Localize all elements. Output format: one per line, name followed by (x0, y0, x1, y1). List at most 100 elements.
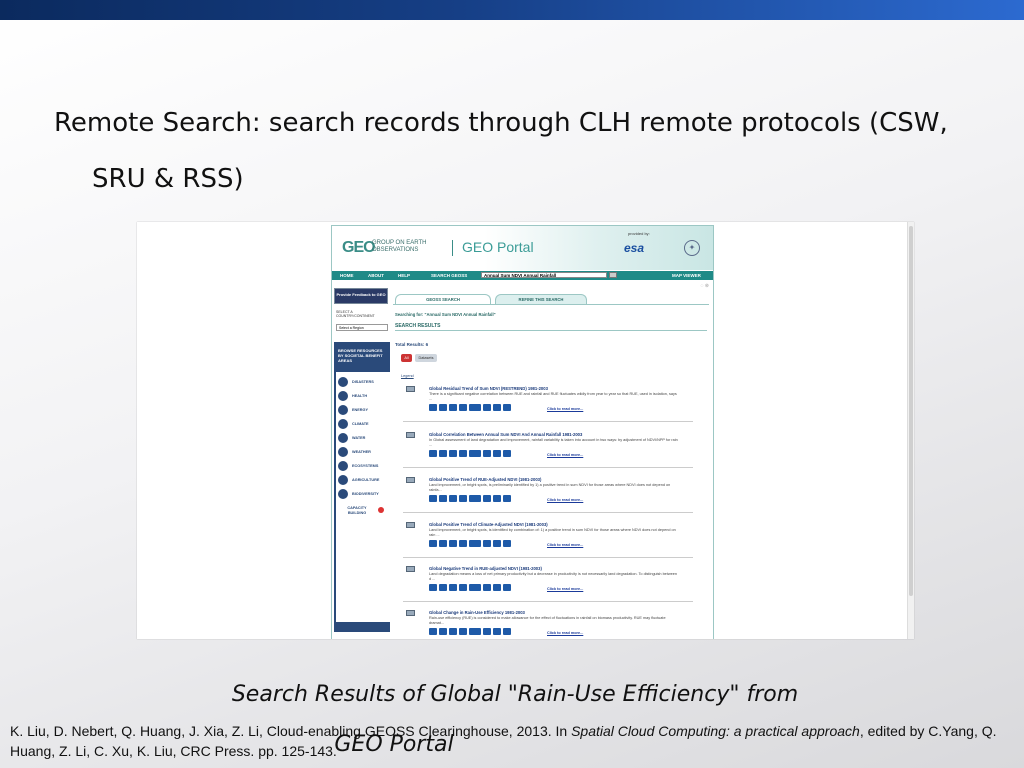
link-icon[interactable] (429, 450, 437, 457)
read-more-link[interactable]: Click to read more... (547, 543, 583, 547)
nav-map-viewer[interactable]: MAP VIEWER (672, 273, 701, 278)
result-item: Global Residual Trend of Sum NDVI (RESTR… (403, 386, 693, 428)
link-icon[interactable] (493, 404, 501, 411)
result-action-icons[interactable] (429, 404, 513, 412)
link-icon[interactable] (493, 628, 501, 635)
result-action-icons[interactable] (429, 495, 513, 503)
link-icon[interactable] (493, 540, 501, 547)
capacity-building-link[interactable]: CAPACITY BUILDING (342, 506, 372, 515)
link-icon[interactable] (503, 584, 511, 591)
read-more-link[interactable]: Click to read more... (547, 587, 583, 591)
screenshot-scrollbar[interactable] (907, 222, 914, 639)
search-go-button[interactable] (609, 272, 617, 278)
document-icon[interactable] (449, 540, 457, 547)
result-title[interactable]: Global Residual Trend of Sum NDVI (RESTR… (429, 386, 548, 391)
link-icon[interactable] (439, 584, 447, 591)
geo-logo-subtitle: GROUP ON EARTH OBSERVATIONS (372, 240, 427, 253)
nav-help[interactable]: HELP (398, 273, 410, 278)
read-more-link[interactable]: Click to read more... (547, 453, 583, 457)
result-action-icons[interactable] (429, 584, 513, 592)
document-icon[interactable] (449, 495, 457, 502)
document-icon[interactable] (449, 404, 457, 411)
link-icon[interactable] (503, 628, 511, 635)
link-icon[interactable] (483, 495, 491, 502)
pdf-icon[interactable] (459, 628, 467, 635)
result-title[interactable]: Global Positive Trend of RUE-Adjusted ND… (429, 477, 541, 482)
nav-home[interactable]: HOME (340, 273, 354, 278)
link-icon[interactable] (483, 584, 491, 591)
sba-item-climate[interactable]: CLIMATE (336, 418, 390, 431)
wms-icon[interactable] (469, 628, 481, 635)
link-icon[interactable] (429, 495, 437, 502)
legend-link[interactable]: Legend (401, 374, 414, 378)
read-more-link[interactable]: Click to read more... (547, 631, 583, 635)
sba-item-ecosystems[interactable]: ECOSYSTEMS (336, 460, 390, 473)
link-icon[interactable] (493, 450, 501, 457)
link-icon[interactable] (483, 628, 491, 635)
result-title[interactable]: Global Positive Trend of Climate-Adjuste… (429, 522, 548, 527)
document-icon[interactable] (449, 628, 457, 635)
feedback-button[interactable]: Provide Feedback to GEO (334, 288, 388, 304)
link-icon[interactable] (439, 495, 447, 502)
sba-item-weather[interactable]: WEATHER (336, 446, 390, 459)
link-icon[interactable] (503, 404, 511, 411)
link-icon[interactable] (429, 584, 437, 591)
link-icon[interactable] (483, 450, 491, 457)
read-more-link[interactable]: Click to read more... (547, 498, 583, 502)
region-select[interactable]: Select a Region (336, 324, 388, 331)
tab-geoss-search[interactable]: GEOSS SEARCH (395, 294, 491, 304)
result-title[interactable]: Global Change in Rain-Use Efficiency 198… (429, 610, 525, 615)
pdf-icon[interactable] (459, 540, 467, 547)
link-icon[interactable] (429, 540, 437, 547)
link-icon[interactable] (439, 540, 447, 547)
result-action-icons[interactable] (429, 628, 513, 636)
filter-all-button[interactable]: All (401, 354, 412, 362)
scrollbar-thumb[interactable] (909, 226, 913, 596)
link-icon[interactable] (493, 495, 501, 502)
wms-icon[interactable] (469, 540, 481, 547)
disasters-icon (338, 377, 348, 387)
sba-item-health[interactable]: HEALTH (336, 390, 390, 403)
slide-top-bar (0, 0, 1024, 20)
link-icon[interactable] (439, 404, 447, 411)
results-divider (395, 330, 707, 331)
wms-icon[interactable] (469, 584, 481, 591)
result-action-icons[interactable] (429, 540, 513, 548)
sba-item-biodiversity[interactable]: BIODIVERSITY (336, 488, 390, 501)
link-icon[interactable] (429, 628, 437, 635)
nav-about[interactable]: ABOUT (368, 273, 384, 278)
link-icon[interactable] (439, 450, 447, 457)
wms-icon[interactable] (469, 404, 481, 411)
filter-datasets-button[interactable]: Datasets (415, 354, 437, 362)
wms-icon[interactable] (469, 450, 481, 457)
link-icon[interactable] (483, 404, 491, 411)
result-title[interactable]: Global Negative Trend in RUE-adjusted ND… (429, 566, 542, 571)
pdf-icon[interactable] (459, 584, 467, 591)
tab-refine-search[interactable]: REFINE THIS SEARCH (495, 294, 587, 304)
link-icon[interactable] (493, 584, 501, 591)
page-tool-icons[interactable]: ◌ ⊗ (700, 283, 709, 289)
result-action-icons[interactable] (429, 450, 513, 458)
link-icon[interactable] (439, 628, 447, 635)
pdf-icon[interactable] (459, 450, 467, 457)
dataset-icon (406, 610, 415, 616)
link-icon[interactable] (503, 450, 511, 457)
sba-item-water[interactable]: WATER (336, 432, 390, 445)
wms-icon[interactable] (469, 495, 481, 502)
link-icon[interactable] (503, 540, 511, 547)
link-icon[interactable] (429, 404, 437, 411)
pdf-icon[interactable] (459, 404, 467, 411)
pdf-icon[interactable] (459, 495, 467, 502)
nav-search-geoss[interactable]: SEARCH GEOSS (431, 273, 467, 278)
result-title[interactable]: Global Correlation Between Annual Sum ND… (429, 432, 582, 437)
document-icon[interactable] (449, 584, 457, 591)
sba-item-energy[interactable]: ENERGY (336, 404, 390, 417)
sba-item-disasters[interactable]: DISASTERS (336, 376, 390, 389)
link-icon[interactable] (503, 495, 511, 502)
link-icon[interactable] (483, 540, 491, 547)
read-more-link[interactable]: Click to read more... (547, 407, 583, 411)
sba-item-agriculture[interactable]: AGRICULTURE (336, 474, 390, 487)
search-input[interactable]: Annual Sum NDVI Annual Rainfall (481, 272, 607, 278)
document-icon[interactable] (449, 450, 457, 457)
fao-logo-icon: ✦ (684, 240, 700, 256)
